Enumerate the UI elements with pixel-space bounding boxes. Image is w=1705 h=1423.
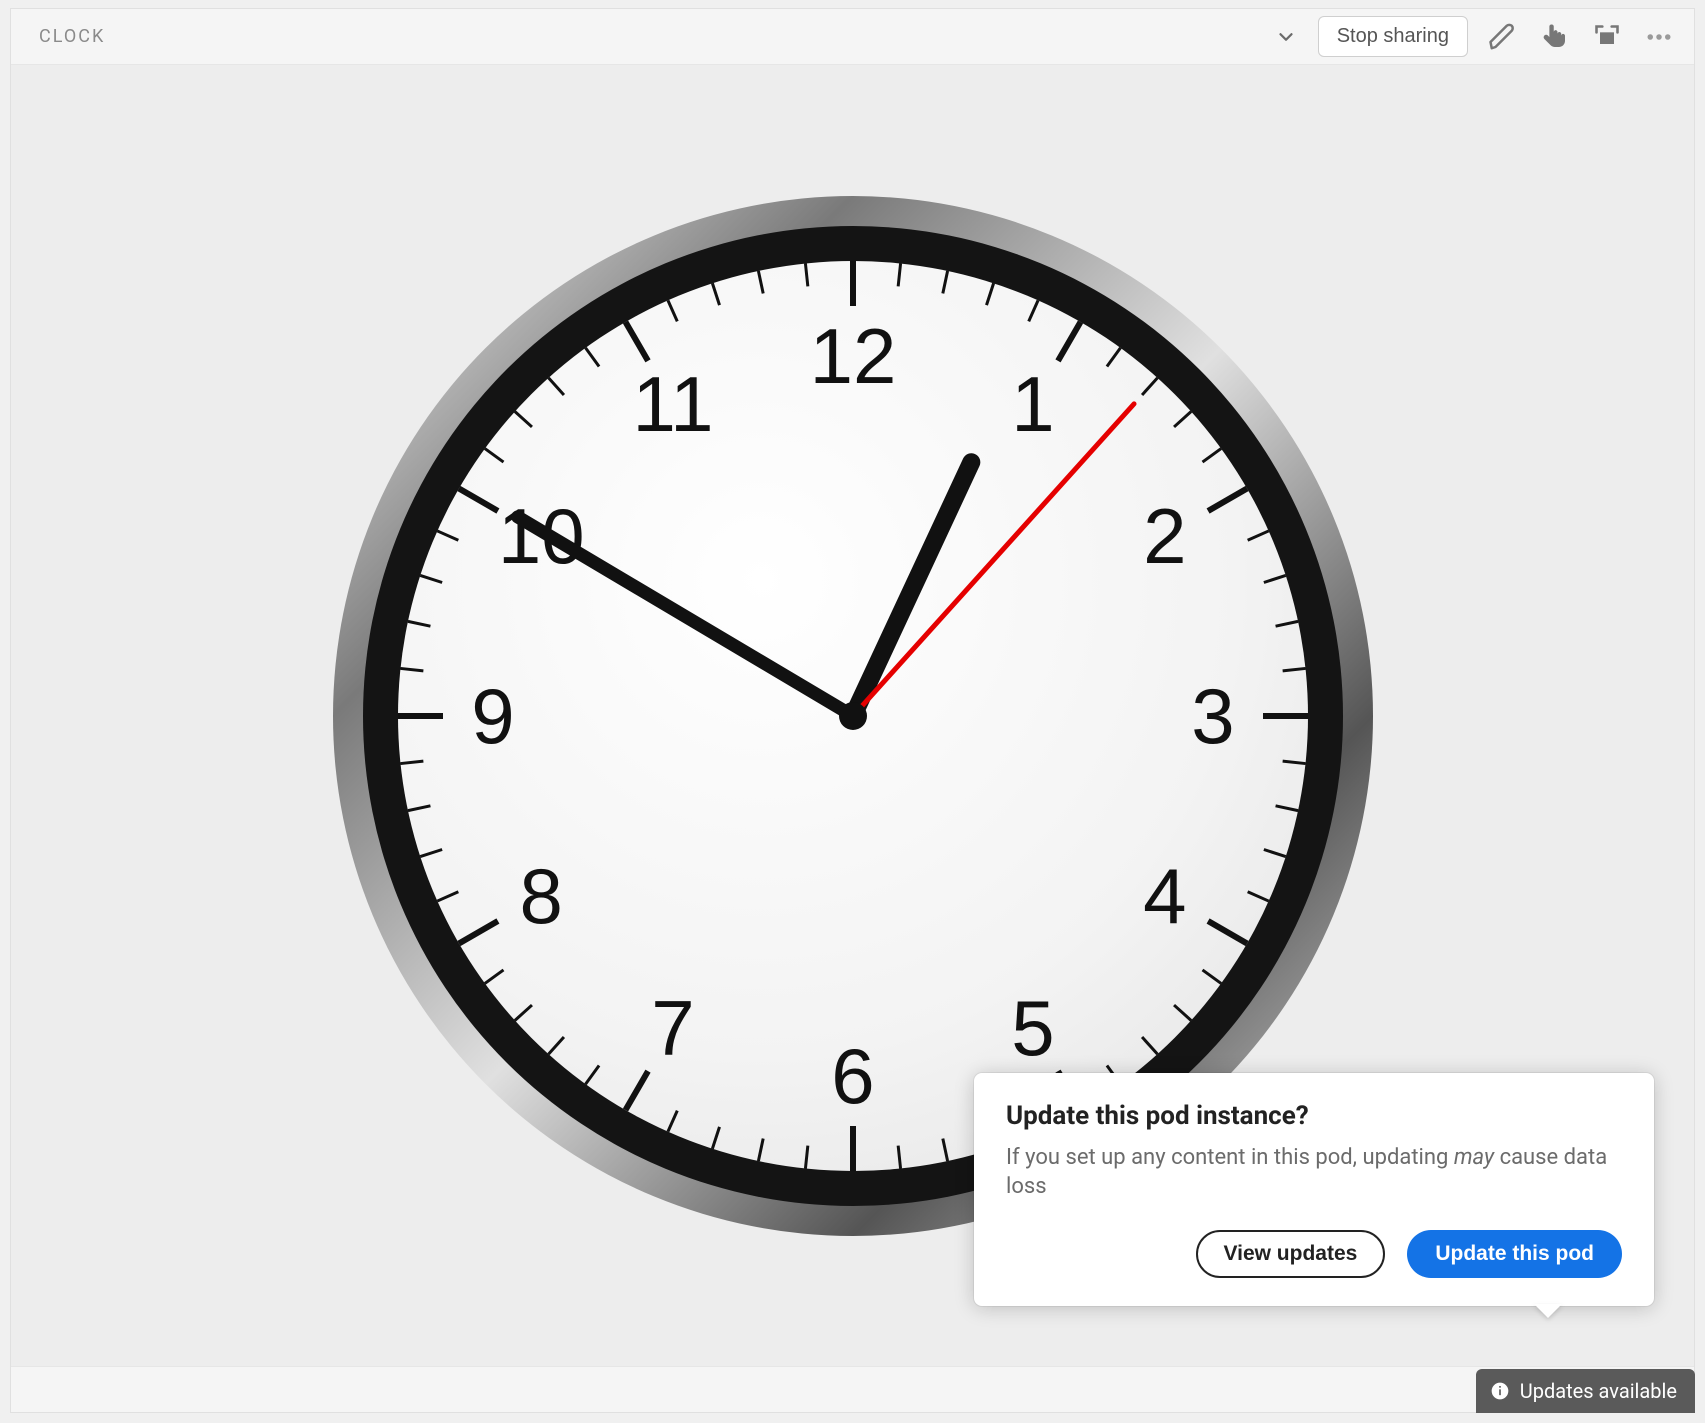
- svg-text:3: 3: [1191, 672, 1234, 760]
- view-updates-button[interactable]: View updates: [1196, 1230, 1386, 1278]
- draw-tool-button[interactable]: [1486, 20, 1520, 54]
- pod-footer: [11, 1366, 1694, 1412]
- fullscreen-button[interactable]: [1590, 20, 1624, 54]
- popover-actions: View updates Update this pod: [1006, 1230, 1622, 1278]
- svg-text:12: 12: [809, 312, 896, 400]
- svg-text:11: 11: [632, 360, 713, 448]
- more-options-button[interactable]: [1642, 20, 1676, 54]
- pod-body: 121234567891011 Update this pod instance…: [11, 65, 1694, 1366]
- clock-pod: CLOCK Stop sharing: [10, 8, 1695, 1413]
- svg-text:8: 8: [519, 852, 562, 940]
- app-root: CLOCK Stop sharing: [0, 0, 1705, 1423]
- popover-title: Update this pod instance?: [1006, 1101, 1622, 1131]
- update-popover: Update this pod instance? If you set up …: [974, 1073, 1654, 1306]
- svg-text:7: 7: [651, 983, 694, 1071]
- svg-text:2: 2: [1143, 492, 1186, 580]
- updates-available-pill[interactable]: Updates available: [1476, 1369, 1695, 1413]
- header-controls: Stop sharing: [1272, 16, 1676, 57]
- popover-caret-icon: [1534, 1304, 1562, 1318]
- svg-text:5: 5: [1011, 983, 1054, 1071]
- pod-title: CLOCK: [39, 26, 1272, 47]
- update-this-pod-button[interactable]: Update this pod: [1407, 1230, 1622, 1278]
- pod-header: CLOCK Stop sharing: [11, 9, 1694, 65]
- svg-text:1: 1: [1011, 360, 1054, 448]
- info-icon: [1490, 1381, 1510, 1401]
- fullscreen-icon: [1593, 23, 1621, 51]
- pencil-icon: [1488, 22, 1518, 52]
- hand-pointer-icon: [1540, 22, 1570, 52]
- stop-sharing-button[interactable]: Stop sharing: [1318, 16, 1468, 57]
- pod-options-dropdown[interactable]: [1272, 23, 1300, 51]
- pointer-tool-button[interactable]: [1538, 20, 1572, 54]
- chevron-down-icon: [1275, 26, 1297, 48]
- popover-body: If you set up any content in this pod, u…: [1006, 1143, 1622, 1202]
- ellipsis-icon: [1644, 22, 1674, 52]
- svg-text:9: 9: [471, 672, 514, 760]
- svg-text:4: 4: [1143, 852, 1186, 940]
- svg-text:6: 6: [831, 1032, 874, 1120]
- updates-available-label: Updates available: [1520, 1379, 1677, 1403]
